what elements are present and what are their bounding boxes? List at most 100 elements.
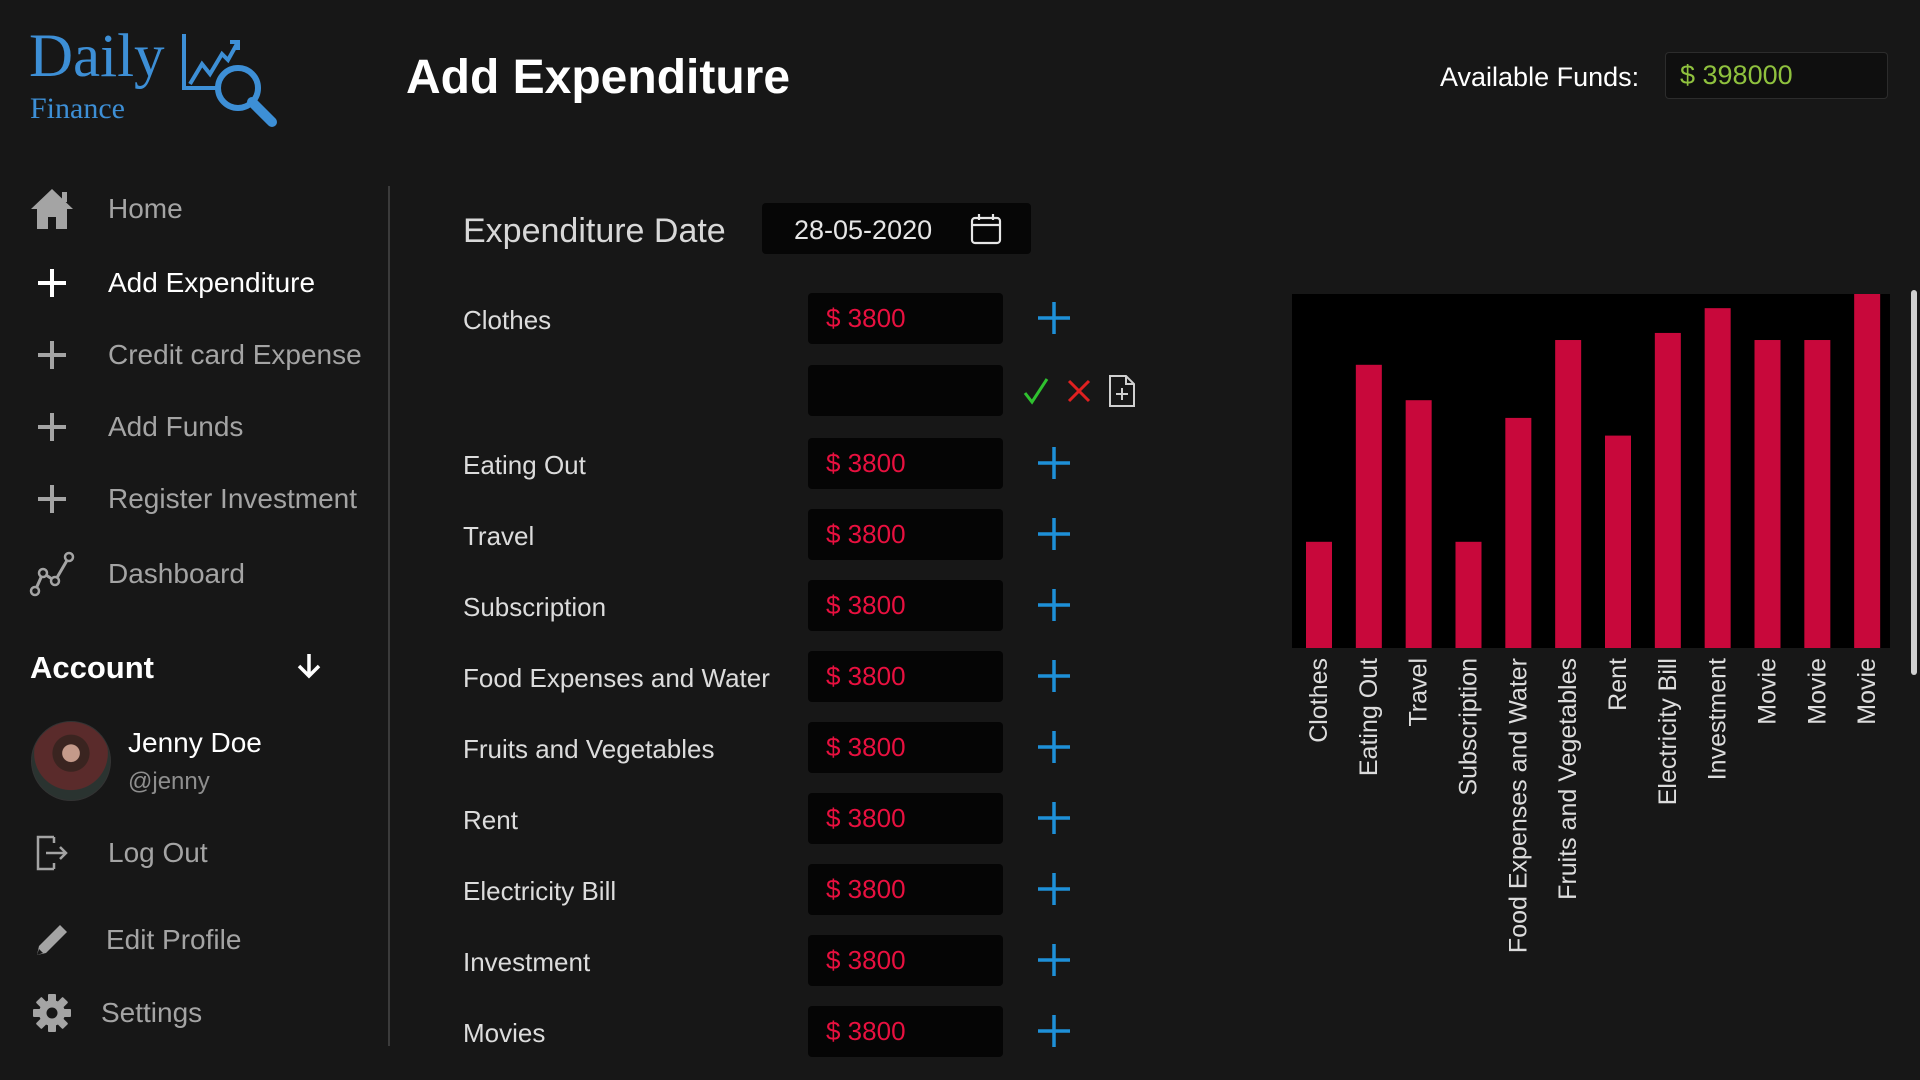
- chart-bar: [1605, 435, 1631, 648]
- expenditure-date-label: Expenditure Date: [463, 212, 726, 250]
- chart-category-label: Clothes: [1305, 658, 1333, 743]
- add-amount-plus-icon[interactable]: [1036, 587, 1072, 623]
- edit-profile-label: Edit Profile: [106, 924, 242, 955]
- avatar[interactable]: [31, 721, 111, 801]
- chart-category-label: Food Expenses and Water: [1504, 658, 1532, 953]
- add-amount-plus-icon[interactable]: [1036, 658, 1072, 694]
- chart-bar: [1555, 340, 1582, 648]
- expenditure-bar-chart: Clothes Eating Out Travel Subscription Food …: [1305, 294, 1881, 953]
- new-amount-input[interactable]: [808, 365, 1003, 416]
- sidebar-item-label: Add Expenditure: [108, 267, 316, 298]
- sidebar-item-label: Add Funds: [108, 411, 244, 442]
- plus-icon: [28, 259, 76, 307]
- chart-bar: [1355, 364, 1382, 648]
- logout-button[interactable]: Log Out: [28, 828, 368, 878]
- available-funds-value: $ 398000: [1665, 52, 1888, 99]
- app-logo: Daily Finance: [29, 23, 289, 127]
- sidebar-item-label: Dashboard: [108, 558, 245, 589]
- chart-bar: [1505, 417, 1532, 648]
- logo-word-daily: Daily: [29, 23, 165, 90]
- date-picker[interactable]: 28-05-2020: [762, 203, 1031, 254]
- date-value: 28-05-2020: [794, 215, 933, 245]
- chart-bar: [1654, 332, 1681, 648]
- add-document-icon[interactable]: [1108, 374, 1136, 408]
- sidebar-item-label: Home: [108, 193, 183, 224]
- add-amount-plus-icon[interactable]: [1036, 516, 1072, 552]
- logout-icon: [28, 829, 76, 877]
- sidebar-item-dashboard[interactable]: Dashboard: [28, 549, 368, 599]
- sidebar-item-home[interactable]: Home: [28, 184, 368, 234]
- chart-category-label: Fruits and Vegetables: [1554, 658, 1582, 900]
- expense-category-label: Travel: [463, 521, 535, 551]
- user-name: Jenny Doe: [128, 727, 262, 758]
- plus-icon: [28, 475, 76, 523]
- chart-bar: [1754, 340, 1781, 648]
- chart-bar: [1455, 541, 1482, 648]
- scrollbar-thumb[interactable]: [1911, 290, 1917, 675]
- calendar-icon[interactable]: [970, 213, 1002, 245]
- chart-bar: [1804, 340, 1831, 648]
- pencil-icon: [28, 916, 76, 964]
- expense-category-label: Investment: [463, 947, 591, 977]
- add-amount-plus-icon[interactable]: [1036, 445, 1072, 481]
- sidebar-divider: [388, 186, 390, 1046]
- logo-chart-magnifier-icon: [182, 34, 277, 127]
- sidebar-item-register-investment[interactable]: Register Investment: [28, 474, 368, 524]
- confirm-check-icon[interactable]: [1022, 376, 1050, 406]
- sidebar-item-add-expenditure[interactable]: Add Expenditure: [28, 258, 368, 308]
- expense-amount-input[interactable]: $ 3800: [808, 1006, 1003, 1057]
- expense-amount-input[interactable]: $ 3800: [808, 509, 1003, 560]
- sidebar-item-credit-card-expense[interactable]: Credit card Expense: [28, 330, 368, 380]
- add-amount-plus-icon[interactable]: [1036, 800, 1072, 836]
- add-amount-plus-icon[interactable]: [1036, 1013, 1072, 1049]
- expense-category-label: Movies: [463, 1018, 546, 1048]
- chart-category-label: Electricity Bill: [1654, 658, 1682, 805]
- expense-category-label: Food Expenses and Water: [463, 663, 770, 693]
- sidebar-item-add-funds[interactable]: Add Funds: [28, 402, 368, 452]
- expense-amount-input[interactable]: $ 3800: [808, 438, 1003, 489]
- expense-category-label: Subscription: [463, 592, 607, 622]
- chart-category-label: Investment: [1704, 658, 1732, 780]
- add-amount-plus-icon[interactable]: [1036, 300, 1072, 336]
- cancel-x-icon[interactable]: [1066, 378, 1092, 404]
- chart-category-label: Rent: [1604, 658, 1632, 711]
- logo-word-finance: Finance: [30, 92, 125, 125]
- chart-bar: [1854, 294, 1881, 648]
- arrow-down-icon[interactable]: [296, 652, 322, 680]
- chart-bar: [1405, 400, 1432, 648]
- page-title: Add Expenditure: [406, 51, 791, 104]
- chart-category-label: Eating Out: [1355, 658, 1383, 776]
- plus-icon: [28, 403, 76, 451]
- settings-button[interactable]: Settings: [28, 988, 368, 1038]
- chart-line-icon: [28, 550, 76, 598]
- edit-profile-button[interactable]: Edit Profile: [28, 915, 368, 965]
- expense-amount-input[interactable]: $ 3800: [808, 293, 1003, 344]
- gear-icon: [28, 989, 76, 1037]
- plus-icon: [28, 331, 76, 379]
- user-handle: @jenny: [128, 768, 210, 795]
- sidebar-item-label: Register Investment: [108, 483, 357, 514]
- add-amount-plus-icon[interactable]: [1036, 871, 1072, 907]
- chart-category-label: Travel: [1405, 658, 1433, 727]
- expense-category-label: Fruits and Vegetables: [463, 734, 715, 764]
- expense-amount-input[interactable]: $ 3800: [808, 722, 1003, 773]
- chart-category-label: Movie: [1754, 658, 1782, 725]
- sidebar-item-label: Credit card Expense: [108, 339, 362, 370]
- expense-amount-input[interactable]: $ 3800: [808, 793, 1003, 844]
- chart-bar: [1306, 541, 1332, 648]
- expense-category-label: Rent: [463, 805, 518, 835]
- expense-amount-input[interactable]: $ 3800: [808, 651, 1003, 702]
- chart-category-label: Movie: [1853, 658, 1881, 725]
- expense-category-label: Clothes: [463, 305, 552, 335]
- expense-amount-input[interactable]: $ 3800: [808, 580, 1003, 631]
- settings-label: Settings: [101, 997, 203, 1028]
- chart-category-label: Subscription: [1455, 658, 1483, 796]
- add-amount-plus-icon[interactable]: [1036, 942, 1072, 978]
- logout-label: Log Out: [108, 837, 208, 868]
- expense-category-label: Electricity Bill: [463, 876, 617, 906]
- expense-amount-input[interactable]: $ 3800: [808, 864, 1003, 915]
- add-amount-plus-icon[interactable]: [1036, 729, 1072, 765]
- available-funds-label: Available Funds:: [1440, 62, 1640, 92]
- expense-amount-input[interactable]: $ 3800: [808, 935, 1003, 986]
- account-section-title: Account: [30, 650, 154, 685]
